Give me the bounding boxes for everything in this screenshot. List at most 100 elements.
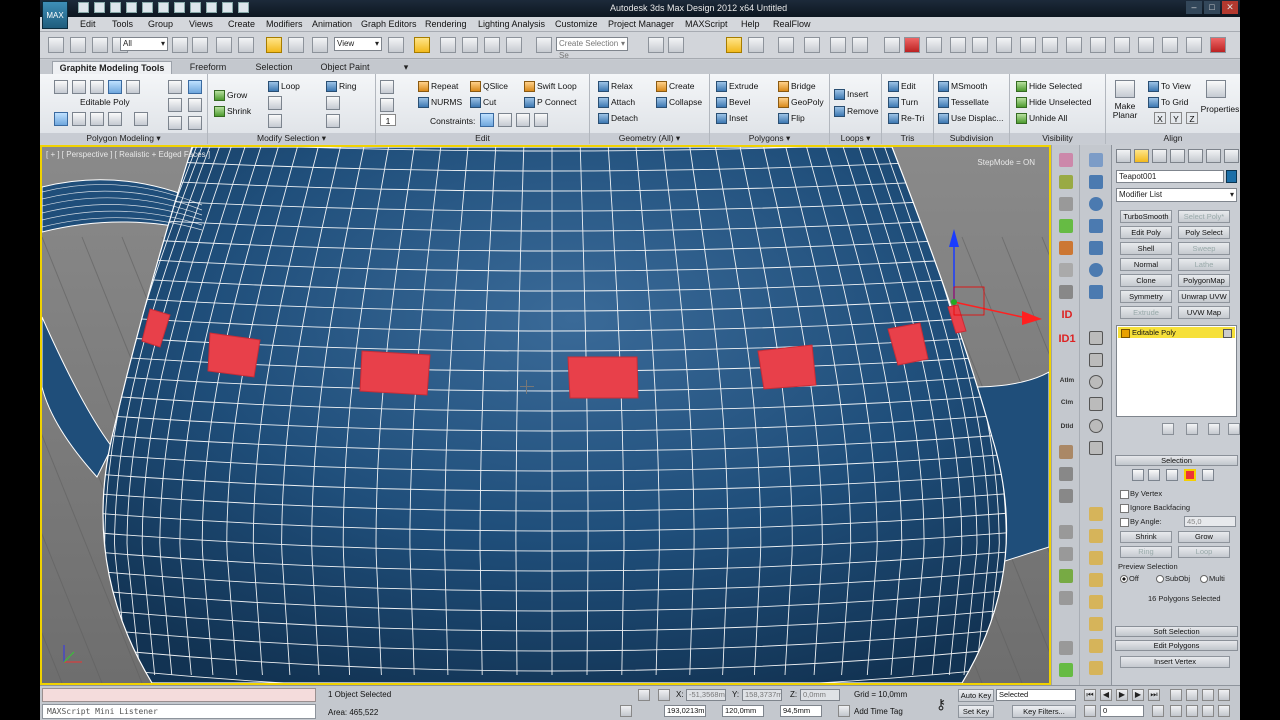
stack-previous-icon[interactable] [90,112,104,126]
modifier-shell-button[interactable]: Shell [1120,242,1172,255]
auto-key-button[interactable]: Auto Key [958,689,994,702]
tool-icon-9[interactable] [1059,467,1073,481]
clm-tool-label[interactable]: Clm [1055,399,1079,406]
shrink-loop-icon[interactable] [268,114,282,128]
modifier-extrude-button[interactable]: Extrude [1120,306,1172,319]
pan-icon[interactable] [1170,705,1182,717]
link-icon[interactable] [92,37,108,53]
material-icon-5[interactable] [1089,595,1103,609]
material-icon-2[interactable] [1089,529,1103,543]
tab-freeform[interactable]: Freeform [180,61,236,74]
plugin-icon-2[interactable] [1020,37,1036,53]
mirror-icon[interactable] [648,37,664,53]
render-production-icon[interactable] [926,37,942,53]
reference-coordinate-dropdown[interactable]: View [334,37,382,51]
realflow-icon[interactable] [950,37,966,53]
new-file-icon[interactable] [78,2,89,13]
shrink-button[interactable]: Shrink [214,105,251,117]
go-to-start-icon[interactable]: ⏮ [1084,689,1096,701]
y-coordinate-field[interactable]: 158,3737m [742,689,782,701]
menu-create[interactable]: Create [228,19,255,29]
align-x-button[interactable]: X [1154,112,1166,124]
ribbon-options-icon[interactable]: ▾ [396,61,416,74]
grow-selection-button[interactable]: Grow [1178,531,1230,543]
use-displacement-button[interactable]: Use Displac... [938,112,1003,124]
play-icon[interactable]: ▶ [1116,689,1128,701]
grid-icon[interactable] [1089,153,1103,167]
by-vertex-checkbox[interactable]: By Vertex [1120,489,1162,499]
constraint-none-icon[interactable] [480,113,494,127]
tool-icon-3[interactable] [1059,197,1073,211]
maximize-icon[interactable]: □ [1204,1,1220,14]
ring-button[interactable]: Ring [326,80,356,92]
preview-multi-radio[interactable]: Multi [1200,574,1225,583]
plugin-icon-4[interactable] [1066,37,1082,53]
percent-snap-icon[interactable] [484,37,500,53]
extra-tab-icon[interactable] [1224,149,1239,163]
relax-button[interactable]: Relax [598,80,633,92]
sub-object-toggle-icon[interactable] [188,80,202,94]
cube-icon[interactable] [1089,175,1103,189]
ignore-backfacing-checkbox[interactable]: Ignore Backfacing [1120,503,1190,513]
toggle-scene-explorer-icon[interactable] [726,37,742,53]
graphite-modeling-tools-icon[interactable] [778,37,794,53]
object-name-field[interactable]: Teapot001 [1116,170,1224,183]
schematic-view-icon[interactable] [830,37,846,53]
zoom-extents-icon[interactable] [1170,689,1182,701]
by-angle-spinner[interactable]: 45,0 [1184,516,1236,527]
key-filters-button[interactable]: Key Filters... [1012,705,1076,718]
inset-button[interactable]: Inset [716,112,747,124]
material-icon-6[interactable] [1089,617,1103,631]
configure-sets-icon[interactable] [1228,423,1240,435]
maximize-viewport-icon[interactable] [1218,705,1230,717]
material-editor-icon[interactable] [852,37,868,53]
modifier-turbosmooth-button[interactable]: TurboSmooth [1120,210,1172,223]
shrink-ring-icon[interactable] [326,114,340,128]
turn-button[interactable]: Turn [888,96,918,108]
maxscript-mini-listener[interactable]: MAXScript Mini Listener [42,704,316,719]
edge-subobject-icon[interactable] [1148,469,1160,481]
utilities-tab-icon[interactable] [1206,149,1221,163]
tool-icon-14[interactable] [1059,591,1073,605]
timeline-field-2[interactable]: 120,0mm [722,705,764,717]
stack-item-editable-poly[interactable]: Editable Poly [1118,327,1235,338]
modifier-uvw-map-button[interactable]: UVW Map [1178,306,1230,319]
plugin-icon-10[interactable] [1210,37,1226,53]
minimize-icon[interactable]: – [1186,1,1202,14]
menu-rendering[interactable]: Rendering [425,19,467,29]
modifier-select-poly-button[interactable]: Select Poly* [1178,210,1230,223]
stack-next-icon[interactable] [108,112,122,126]
menu-project-manager[interactable]: Project Manager [608,19,674,29]
z-coordinate-field[interactable]: 0,0mm [800,689,840,701]
star-icon[interactable] [1089,441,1103,455]
viewport-label[interactable]: [ + ] [ Perspective ] [ Realistic + Edge… [46,150,210,159]
timeline-lock-icon[interactable] [620,705,632,717]
make-planar-button[interactable]: Make Planar [1108,102,1142,120]
render-setup-icon[interactable] [884,37,900,53]
menu-modifiers[interactable]: Modifiers [266,19,303,29]
constraint-face-icon[interactable] [516,113,530,127]
grow-loop-icon[interactable] [268,96,282,110]
qslice-button[interactable]: QSlice [470,80,508,92]
plugin-icon-7[interactable] [1138,37,1154,53]
bevel-button[interactable]: Bevel [716,96,750,108]
hierarchy-tab-icon[interactable] [1152,149,1167,163]
sub-object-toggle-icon-3[interactable] [188,116,202,130]
select-object-icon[interactable] [172,37,188,53]
collapse-stack-icon[interactable] [168,80,182,94]
modifier-poly-select-button[interactable]: Poly Select [1178,226,1230,239]
align-z-button[interactable]: Z [1186,112,1198,124]
plugin-icon-9[interactable] [1186,37,1202,53]
tool-icon-2[interactable] [1059,175,1073,189]
torus-icon[interactable] [1089,285,1103,299]
modifier-lathe-button[interactable]: Lathe [1178,258,1230,271]
material-icon-1[interactable] [1089,507,1103,521]
menu-lighting-analysis[interactable]: Lighting Analysis [478,19,545,29]
menu-maxscript[interactable]: MAXScript [685,19,728,29]
material-icon-8[interactable] [1089,661,1103,675]
tool-icon-8[interactable] [1059,445,1073,459]
menu-tools[interactable]: Tools [112,19,133,29]
grow-ring-icon[interactable] [326,96,340,110]
pin-stack-icon[interactable] [1162,423,1174,435]
spinner-snap-icon[interactable] [506,37,522,53]
